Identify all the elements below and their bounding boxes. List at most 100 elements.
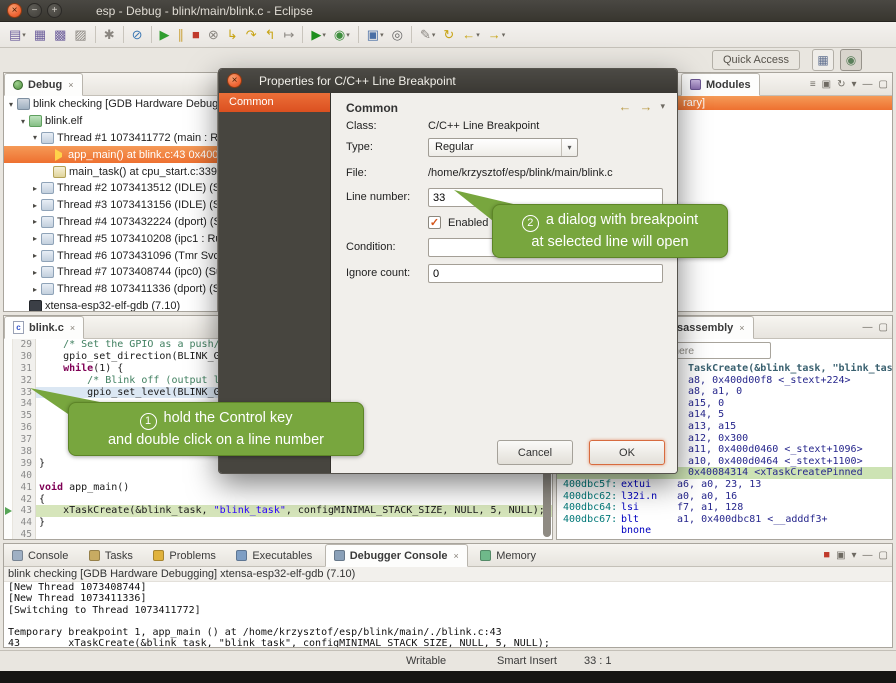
editor-line[interactable]: 43 xTaskCreate(&blink_task, "blink_task"… xyxy=(4,505,552,517)
enabled-checkbox[interactable]: ✓ xyxy=(428,216,441,229)
disassembly-line[interactable]: 400dbc62:l32i.na0, a0, 16 xyxy=(557,491,892,503)
sidebar-item-common[interactable]: Common xyxy=(219,93,330,112)
line-number[interactable]: 41 xyxy=(13,482,36,494)
tab-console[interactable]: Console xyxy=(4,544,76,567)
terminate-icon[interactable]: ■ xyxy=(189,24,203,46)
tab-debugger-console[interactable]: Debugger Console × xyxy=(325,544,468,567)
last-edit-location-icon[interactable]: ↻ xyxy=(440,24,457,46)
debug-tree-item[interactable]: ▸Thread #8 1073411336 (dport) (Sus xyxy=(4,281,217,298)
search-icon[interactable]: ◎ xyxy=(389,24,406,46)
tab-problems[interactable]: Problems xyxy=(145,544,223,567)
line-number[interactable]: 30 xyxy=(13,351,36,363)
line-number[interactable]: 43 xyxy=(13,505,36,517)
editor-line[interactable]: 45 xyxy=(4,529,552,539)
ignore-count-input[interactable] xyxy=(428,264,663,283)
line-number[interactable]: 42 xyxy=(13,494,36,506)
step-into-icon[interactable]: ↳ xyxy=(224,24,241,46)
line-number[interactable]: 40 xyxy=(13,470,36,482)
close-icon[interactable]: × xyxy=(739,323,744,333)
disassembly-line[interactable]: 400dbc67:blta1, 0x400dbc81 <__adddf3+ xyxy=(557,514,892,526)
debug-tree-item[interactable]: ▾blink.elf xyxy=(4,113,217,130)
new-project-icon[interactable]: ▣▾ xyxy=(364,24,387,46)
ok-button[interactable]: OK xyxy=(589,440,665,465)
debug-tree-item[interactable]: app_main() at blink.c:43 0x400dbc xyxy=(4,146,217,163)
close-icon[interactable]: × xyxy=(70,323,75,333)
debug-tree-item[interactable]: ▸Thread #5 1073410208 (ipc1 : Runni xyxy=(4,230,217,247)
window-minimize-button[interactable]: − xyxy=(27,3,42,18)
debug-tree-item[interactable]: ▸Thread #2 1073413512 (IDLE) (Susp xyxy=(4,180,217,197)
disassembly-line[interactable]: 400dbc5f:extuia6, a0, 23, 13 xyxy=(557,479,892,491)
disassembly-line[interactable]: 400dbc64:lsif7, a1, 128 xyxy=(557,502,892,514)
line-number[interactable]: 44 xyxy=(13,517,36,529)
status-caret-position[interactable]: 33 : 1 xyxy=(584,651,612,672)
editor-line[interactable]: 44} xyxy=(4,517,552,529)
display-selected-console-icon[interactable]: ▣ xyxy=(836,551,845,561)
skip-all-breakpoints-icon[interactable]: ⊘ xyxy=(129,24,146,46)
cancel-button[interactable]: Cancel xyxy=(497,440,573,465)
cpp-perspective-button[interactable]: ▦ xyxy=(812,49,834,71)
run-icon[interactable]: ▶▾ xyxy=(308,24,329,46)
view-menu-icon[interactable]: ▾ xyxy=(852,80,857,90)
editor-line[interactable]: 41void app_main() xyxy=(4,482,552,494)
resume-icon[interactable]: ▶ xyxy=(157,24,173,46)
link-with-icon[interactable]: ▣ xyxy=(822,80,831,90)
line-number[interactable]: 39 xyxy=(13,458,36,470)
tree-twisty-icon[interactable]: ▸ xyxy=(30,251,40,260)
quick-access-button[interactable]: Quick Access xyxy=(712,50,800,70)
debugger-console-content[interactable]: blink checking [GDB Hardware Debugging] … xyxy=(4,567,892,647)
maximize-view-icon[interactable]: ▢ xyxy=(879,323,888,333)
back-icon[interactable]: ←▾ xyxy=(459,24,483,46)
close-icon[interactable]: × xyxy=(454,551,459,561)
disconnect-icon[interactable]: ⊗ xyxy=(205,24,222,46)
editor-line[interactable]: 42{ xyxy=(4,494,552,506)
tree-twisty-icon[interactable]: ▸ xyxy=(30,268,40,277)
tab-executables[interactable]: Executables xyxy=(228,544,320,567)
collapse-all-icon[interactable]: ≡ xyxy=(810,80,816,90)
mark-occurrences-icon[interactable]: ✎▾ xyxy=(417,24,438,46)
tree-twisty-icon[interactable]: ▾ xyxy=(30,133,40,142)
tree-twisty-icon[interactable]: ▸ xyxy=(30,184,40,193)
console-menu-icon[interactable]: ▾ xyxy=(852,551,857,561)
line-number[interactable]: 31 xyxy=(13,363,36,375)
print-icon[interactable]: ▨ xyxy=(71,24,89,46)
type-dropdown[interactable]: Regular ▾ xyxy=(428,138,578,157)
maximize-view-icon[interactable]: ▢ xyxy=(879,80,888,90)
forward-icon[interactable]: →▾ xyxy=(485,24,509,46)
debug-tree-item[interactable]: ▾blink checking [GDB Hardware Debug xyxy=(4,96,217,113)
save-all-icon[interactable]: ▩ xyxy=(51,24,69,46)
debug-tree-item[interactable]: xtensa-esp32-elf-gdb (7.10) xyxy=(4,298,217,311)
debug-tree-item[interactable]: ▾Thread #1 1073411772 (main : Runn xyxy=(4,130,217,147)
line-number[interactable]: 45 xyxy=(13,529,36,539)
tab-memory[interactable]: Memory xyxy=(472,544,544,567)
debug-tree-item[interactable]: ▸Thread #3 1073413156 (IDLE) (Susp xyxy=(4,197,217,214)
tree-twisty-icon[interactable]: ▸ xyxy=(30,234,40,243)
debug-tree-item[interactable]: ▸Thread #4 1073432224 (dport) (Sus xyxy=(4,214,217,231)
tree-twisty-icon[interactable]: ▸ xyxy=(30,285,40,294)
tree-twisty-icon[interactable]: ▸ xyxy=(30,217,40,226)
forward-icon[interactable]: → xyxy=(639,99,652,114)
tab-debug[interactable]: Debug × xyxy=(4,73,83,96)
window-close-button[interactable]: × xyxy=(7,3,22,18)
save-icon[interactable]: ▦ xyxy=(31,24,49,46)
debug-tree-item[interactable]: main_task() at cpu_start.c:339 0x4 xyxy=(4,163,217,180)
tree-twisty-icon[interactable]: ▸ xyxy=(30,201,40,210)
step-return-icon[interactable]: ↰ xyxy=(262,24,279,46)
dialog-titlebar[interactable]: × Properties for C/C++ Line Breakpoint xyxy=(219,69,677,93)
dialog-close-button[interactable]: × xyxy=(227,73,242,88)
line-number[interactable]: 29 xyxy=(13,339,36,351)
minimize-view-icon[interactable]: — xyxy=(863,323,873,333)
window-maximize-button[interactable]: + xyxy=(47,3,62,18)
back-icon[interactable]: ← xyxy=(618,99,631,114)
tree-twisty-icon[interactable]: ▾ xyxy=(6,100,16,109)
new-wizard-icon[interactable]: ▤▾ xyxy=(6,24,29,46)
close-icon[interactable]: × xyxy=(68,80,73,90)
chevron-down-icon[interactable]: ▾ xyxy=(660,101,665,112)
build-icon[interactable]: ✱ xyxy=(101,24,118,46)
tab-blink-c[interactable]: c blink.c × xyxy=(4,316,84,339)
debug-perspective-button[interactable]: ◉ xyxy=(840,49,862,71)
terminate-console-icon[interactable]: ■ xyxy=(823,550,830,561)
suspend-icon[interactable]: ∥ xyxy=(175,24,188,46)
minimize-view-icon[interactable]: — xyxy=(863,80,873,90)
debug-icon[interactable]: ◉▾ xyxy=(331,24,353,46)
tab-tasks[interactable]: Tasks xyxy=(81,544,141,567)
